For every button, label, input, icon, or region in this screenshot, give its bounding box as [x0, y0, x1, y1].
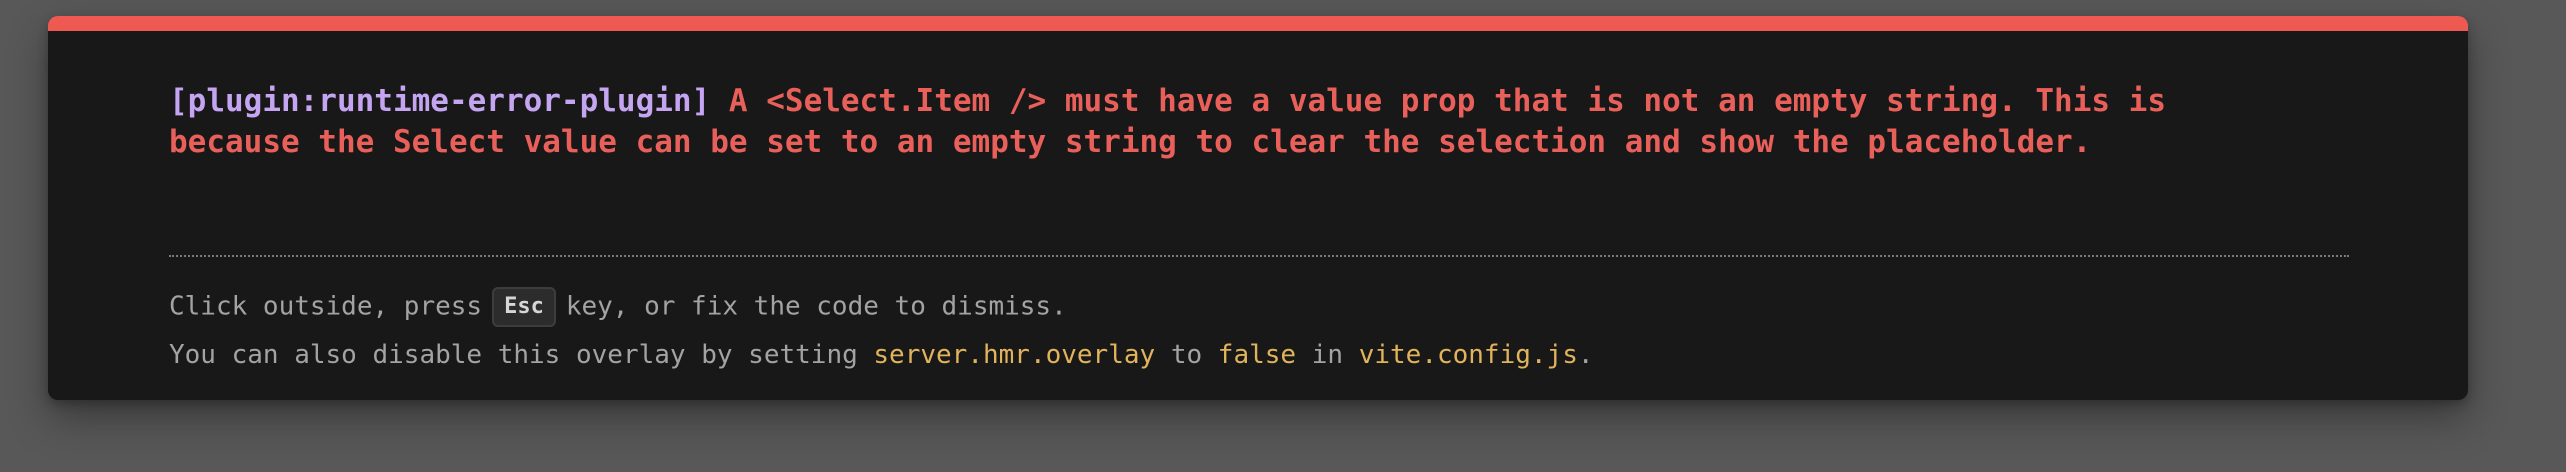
error-overlay-window: [plugin:runtime-error-plugin] A <Select.…: [48, 16, 2468, 400]
disable-tip-text-1: You can also disable this overlay by set…: [169, 340, 874, 370]
disable-tip-text-3: in: [1296, 340, 1359, 370]
error-message: [plugin:runtime-error-plugin] A <Select.…: [169, 81, 2349, 163]
disable-overlay-tip: You can also disable this overlay by set…: [169, 336, 1594, 374]
config-file: vite.config.js: [1358, 340, 1578, 370]
dismiss-tip: Click outside, press Esc key, or fix the c…: [169, 287, 1067, 327]
disable-tip-text-2: to: [1155, 340, 1218, 370]
divider: [169, 255, 2349, 257]
config-value: false: [1217, 340, 1297, 370]
config-option: server.hmr.overlay: [873, 340, 1156, 370]
dismiss-tip-text-end: key, or fix the code to dismiss.: [565, 291, 1067, 322]
esc-key: Esc: [492, 287, 556, 327]
disable-tip-text-end: .: [1577, 340, 1594, 370]
dismiss-tip-text-start: Click outside, press: [169, 291, 483, 322]
plugin-name: [plugin:runtime-error-plugin]: [169, 83, 711, 119]
